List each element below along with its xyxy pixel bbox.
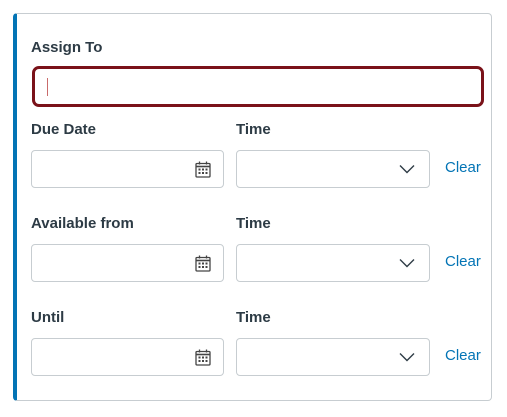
chevron-down-icon bbox=[399, 259, 415, 268]
until-clear-link[interactable]: Clear bbox=[445, 347, 481, 364]
assign-card: Assign To Due Date Time Clear Available … bbox=[13, 13, 492, 401]
text-caret bbox=[47, 78, 48, 96]
assign-to-input[interactable] bbox=[32, 66, 484, 107]
assign-to-label: Assign To bbox=[31, 39, 103, 56]
available-time-label: Time bbox=[236, 215, 271, 232]
due-clear-link[interactable]: Clear bbox=[445, 159, 481, 176]
chevron-down-icon bbox=[399, 353, 415, 362]
calendar-icon[interactable] bbox=[195, 161, 211, 178]
chevron-down-icon bbox=[399, 165, 415, 174]
calendar-icon[interactable] bbox=[195, 255, 211, 272]
due-time-label: Time bbox=[236, 121, 271, 138]
until-date-input[interactable] bbox=[31, 338, 224, 376]
due-date-input[interactable] bbox=[31, 150, 224, 188]
available-from-label: Available from bbox=[31, 215, 134, 232]
until-time-select[interactable] bbox=[236, 338, 430, 376]
available-clear-link[interactable]: Clear bbox=[445, 253, 481, 270]
calendar-icon[interactable] bbox=[195, 349, 211, 366]
due-date-label: Due Date bbox=[31, 121, 97, 138]
available-time-select[interactable] bbox=[236, 244, 430, 282]
until-time-label: Time bbox=[236, 309, 271, 326]
available-from-date-input[interactable] bbox=[31, 244, 224, 282]
due-time-select[interactable] bbox=[236, 150, 430, 188]
until-label: Until bbox=[31, 309, 65, 326]
